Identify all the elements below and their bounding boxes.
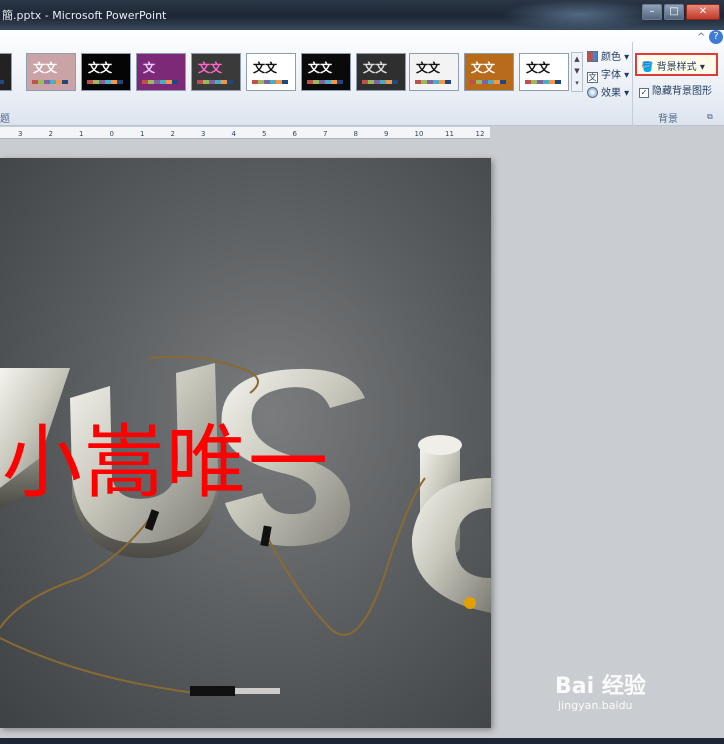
theme-thumbnail-label: 文文 xyxy=(308,61,333,75)
paint-bucket-icon: 🪣 xyxy=(641,62,654,73)
ruler-tick-label: 5 xyxy=(262,130,267,138)
ruler-tick-label: 11 xyxy=(445,130,454,138)
ribbon-minimize-icon[interactable]: ^ xyxy=(697,32,705,43)
ruler-tick-label: 3 xyxy=(18,130,23,138)
ruler-tick-label: 2 xyxy=(170,130,175,138)
theme-effects-button[interactable]: 效果 ▾ xyxy=(587,84,629,99)
ruler-tick-label: 9 xyxy=(384,130,389,138)
ruler-tick-label: 0 xyxy=(109,130,114,138)
slide-canvas[interactable]: 小嵩唯一 xyxy=(0,158,491,728)
color-swatch-strip xyxy=(87,80,123,84)
theme-thumbnail-7[interactable]: 文文 xyxy=(356,53,406,91)
gallery-scrollbar[interactable]: ▲ ▼ ▾ xyxy=(571,52,583,92)
themes-group-label: 题 xyxy=(0,114,10,125)
minimize-button[interactable]: – xyxy=(642,4,662,20)
theme-thumbnail-3[interactable]: 文 xyxy=(136,53,186,91)
theme-thumbnail-label: 文文 xyxy=(416,61,441,75)
ruler-tick-label: 3 xyxy=(201,130,206,138)
close-button[interactable]: ✕ xyxy=(686,4,720,20)
theme-thumbnail-label: 文 xyxy=(143,61,156,75)
baidu-watermark: Bai 经验 xyxy=(555,674,646,699)
theme-thumbnail-label: 文文 xyxy=(471,61,496,75)
ruler-tick-label: 10 xyxy=(414,130,424,138)
watermark-url: jingyan.baidu xyxy=(558,699,633,712)
ruler-tick-label: 6 xyxy=(292,130,297,138)
horizontal-ruler[interactable]: 3 2 1 0 1 2 3 4 5 6 7 8 9 10 11 12 xyxy=(0,127,490,139)
color-swatch-strip xyxy=(252,80,288,84)
ruler-tick-label: 7 xyxy=(323,130,328,138)
theme-thumbnail-label: 文文 xyxy=(363,61,388,75)
theme-thumbnail-label: 文文 xyxy=(33,61,58,75)
title-bar: 簡.pptx - Microsoft PowerPoint – □ ✕ xyxy=(0,0,724,30)
window-title: 簡.pptx - Microsoft PowerPoint xyxy=(2,9,167,22)
color-swatch-strip xyxy=(415,80,451,84)
color-swatch-strip xyxy=(142,80,178,84)
ruler-tick-label: 8 xyxy=(353,130,358,138)
theme-thumbnail-1[interactable]: 文文 xyxy=(26,53,76,91)
theme-thumbnail-2[interactable]: 文文 xyxy=(81,53,131,91)
theme-colors-button[interactable]: 颜色 ▾ xyxy=(587,48,629,63)
theme-thumbnail-8[interactable]: 文文 xyxy=(409,53,459,91)
theme-thumbnail-10[interactable]: 文文 xyxy=(519,53,569,91)
colors-icon xyxy=(587,51,598,62)
theme-thumbnail-4[interactable]: 文文 xyxy=(191,53,241,91)
dialog-launcher-icon[interactable]: ⧉ xyxy=(707,112,713,122)
color-swatch-strip xyxy=(307,80,343,84)
theme-fonts-button[interactable]: 文字体 ▾ xyxy=(587,66,629,83)
fonts-icon: 文 xyxy=(587,72,598,83)
theme-thumbnail-5[interactable]: 文文 xyxy=(246,53,296,91)
ribbon-design-tab: ^ ? 文文 文文文文文 文文 文文 文文 文文 文文 文文 ▲ ▼ ▾ 颜色 ▾ 文字体 ▾ 效… xyxy=(0,30,724,126)
color-swatch-strip xyxy=(470,80,506,84)
background-styles-button[interactable]: 🪣 背景样式 ▾ xyxy=(635,53,718,76)
ruler-tick-label: 12 xyxy=(475,130,485,138)
theme-thumbnail-label: 文文 xyxy=(526,61,551,75)
color-swatch-strip xyxy=(32,80,68,84)
color-swatch-strip xyxy=(197,80,233,84)
maximize-button[interactable]: □ xyxy=(664,4,684,20)
theme-thumbnail-9[interactable]: 文文 xyxy=(464,53,514,91)
effects-icon xyxy=(587,87,598,98)
help-icon[interactable]: ? xyxy=(709,30,723,44)
hide-background-graphics-checkbox[interactable]: ✓ 隐藏背景图形 xyxy=(639,82,712,98)
theme-thumbnail-label: 文文 xyxy=(88,61,113,75)
theme-thumbnail-6[interactable]: 文文 xyxy=(301,53,351,91)
color-swatch-strip xyxy=(362,80,398,84)
background-group-label: 背景 xyxy=(658,114,678,125)
ruler-tick-label: 4 xyxy=(231,130,236,138)
ruler-tick-label: 1 xyxy=(79,130,84,138)
ruler-tick-label: 1 xyxy=(140,130,145,138)
color-swatch-strip xyxy=(525,80,561,84)
powerpoint-window: 簡.pptx - Microsoft PowerPoint – □ ✕ ^ ? … xyxy=(0,0,724,744)
status-bar xyxy=(0,738,724,744)
audio-plug-icon xyxy=(190,686,235,696)
theme-thumbnail-label: 文文 xyxy=(253,61,278,75)
color-swatch-strip xyxy=(0,80,4,84)
checkbox-icon: ✓ xyxy=(639,88,649,98)
theme-thumbnail-label: 文文 xyxy=(198,61,223,75)
slide-title-text[interactable]: 小嵩唯一 xyxy=(2,398,330,514)
ruler-tick-label: 2 xyxy=(48,130,53,138)
theme-thumbnail-0[interactable] xyxy=(0,53,12,91)
